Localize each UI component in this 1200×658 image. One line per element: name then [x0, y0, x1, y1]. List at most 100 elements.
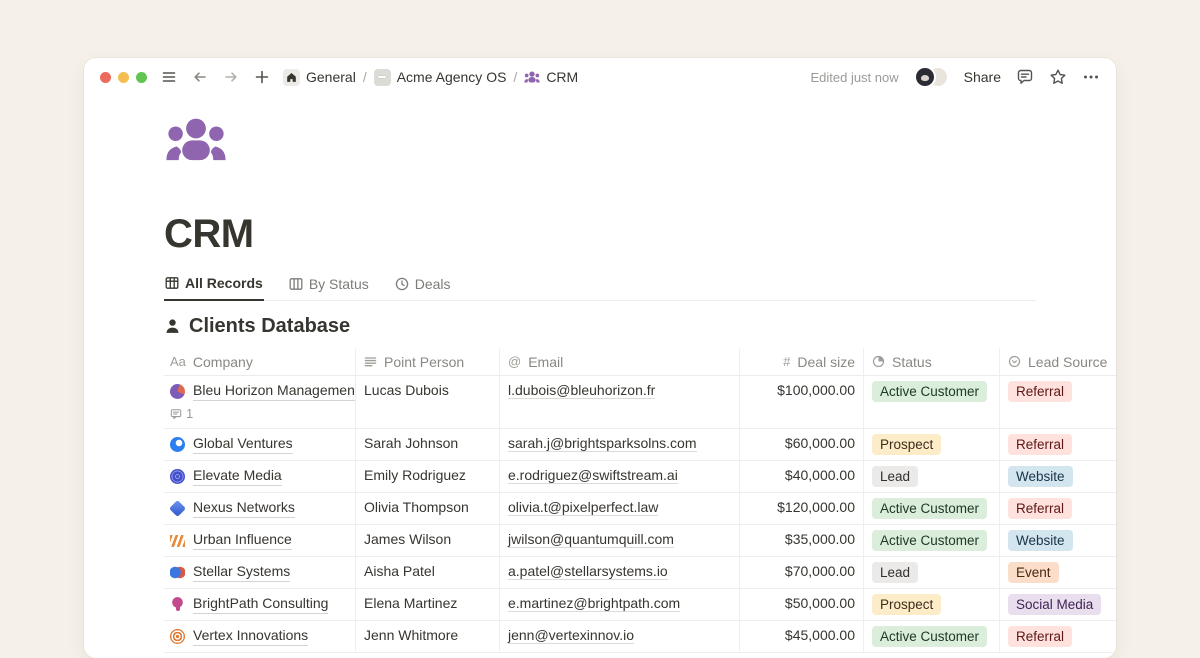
company-cell[interactable]: Bleu Horizon Management 1: [164, 376, 356, 428]
column-header-status[interactable]: Status: [864, 348, 1000, 375]
status-badge[interactable]: Active Customer: [872, 626, 987, 647]
deal-size-cell[interactable]: $60,000.00: [740, 429, 864, 460]
deal-size-cell[interactable]: $35,000.00: [740, 525, 864, 556]
point-person-cell[interactable]: Sarah Johnson: [356, 429, 500, 460]
lead-source-badge[interactable]: Referral: [1008, 434, 1072, 455]
point-person-cell[interactable]: James Wilson: [356, 525, 500, 556]
company-name[interactable]: Elevate Media: [193, 466, 282, 486]
column-header-point-person[interactable]: Point Person: [356, 348, 500, 375]
new-page-icon[interactable]: [254, 69, 270, 85]
lead-source-badge[interactable]: Social Media: [1008, 594, 1101, 615]
lead-source-cell[interactable]: Referral: [1000, 429, 1116, 460]
deal-size-cell[interactable]: $70,000.00: [740, 557, 864, 588]
breadcrumb-acme-agency-os[interactable]: Acme Agency OS: [374, 69, 507, 86]
email-cell[interactable]: sarah.j@brightsparksolns.com: [500, 429, 740, 460]
company-cell[interactable]: Elevate Media: [164, 461, 356, 492]
email-link[interactable]: jwilson@quantumquill.com: [508, 531, 674, 548]
database-title[interactable]: Clients Database: [164, 315, 1116, 338]
deal-size-cell[interactable]: $120,000.00: [740, 493, 864, 524]
share-button[interactable]: Share: [964, 69, 1001, 85]
deal-size-cell[interactable]: $50,000.00: [740, 589, 864, 620]
company-cell[interactable]: Vertex Innovations: [164, 621, 356, 652]
page-title[interactable]: CRM: [164, 212, 1116, 257]
collaborator-avatars[interactable]: [914, 66, 949, 88]
status-badge[interactable]: Active Customer: [872, 530, 987, 551]
company-cell[interactable]: BrightPath Consulting: [164, 589, 356, 620]
lead-source-cell[interactable]: Referral: [1000, 621, 1116, 652]
lead-source-cell[interactable]: Referral: [1000, 493, 1116, 524]
point-person-cell[interactable]: Aisha Patel: [356, 557, 500, 588]
point-person-cell[interactable]: Elena Martinez: [356, 589, 500, 620]
status-cell[interactable]: Active Customer: [864, 525, 1000, 556]
status-cell[interactable]: Active Customer: [864, 376, 1000, 428]
email-link[interactable]: sarah.j@brightsparksolns.com: [508, 435, 697, 452]
lead-source-cell[interactable]: Referral: [1000, 376, 1116, 428]
comments-icon[interactable]: [1016, 68, 1034, 86]
deal-size-cell[interactable]: $45,000.00: [740, 621, 864, 652]
email-cell[interactable]: jenn@vertexinnov.io: [500, 621, 740, 652]
email-cell[interactable]: e.martinez@brightpath.com: [500, 589, 740, 620]
column-header-deal-size[interactable]: Deal size #: [740, 348, 864, 375]
lead-source-cell[interactable]: Social Media: [1000, 589, 1116, 620]
email-link[interactable]: olivia.t@pixelperfect.law: [508, 499, 658, 516]
more-options-icon[interactable]: [1082, 68, 1100, 86]
status-badge[interactable]: Active Customer: [872, 498, 987, 519]
lead-source-badge[interactable]: Website: [1008, 466, 1073, 487]
sidebar-menu-icon[interactable]: [161, 69, 177, 85]
lead-source-cell[interactable]: Website: [1000, 525, 1116, 556]
minimize-window-button[interactable]: [118, 72, 129, 83]
company-name[interactable]: Vertex Innovations: [193, 626, 308, 646]
company-name[interactable]: Bleu Horizon Management: [193, 381, 356, 401]
tab-deals[interactable]: Deals: [394, 273, 452, 300]
email-cell[interactable]: l.dubois@bleuhorizon.fr: [500, 376, 740, 428]
email-cell[interactable]: olivia.t@pixelperfect.law: [500, 493, 740, 524]
tab-all-records[interactable]: All Records: [164, 273, 264, 301]
point-person-cell[interactable]: Jenn Whitmore: [356, 621, 500, 652]
status-cell[interactable]: Lead: [864, 461, 1000, 492]
company-name[interactable]: Stellar Systems: [193, 562, 290, 582]
breadcrumb-crm[interactable]: CRM: [524, 69, 578, 85]
lead-source-badge[interactable]: Website: [1008, 530, 1073, 551]
column-header-email[interactable]: @ Email: [500, 348, 740, 375]
status-badge[interactable]: Active Customer: [872, 381, 987, 402]
point-person-cell[interactable]: Emily Rodriguez: [356, 461, 500, 492]
status-cell[interactable]: Active Customer: [864, 621, 1000, 652]
email-link[interactable]: e.martinez@brightpath.com: [508, 595, 680, 612]
status-cell[interactable]: Lead: [864, 557, 1000, 588]
company-cell[interactable]: Stellar Systems: [164, 557, 356, 588]
back-icon[interactable]: [192, 69, 208, 85]
point-person-cell[interactable]: Olivia Thompson: [356, 493, 500, 524]
company-name[interactable]: Nexus Networks: [193, 498, 295, 518]
company-cell[interactable]: Nexus Networks: [164, 493, 356, 524]
deal-size-cell[interactable]: $100,000.00: [740, 376, 864, 428]
email-cell[interactable]: a.patel@stellarsystems.io: [500, 557, 740, 588]
lead-source-cell[interactable]: Website: [1000, 461, 1116, 492]
lead-source-badge[interactable]: Referral: [1008, 498, 1072, 519]
email-link[interactable]: a.patel@stellarsystems.io: [508, 563, 668, 580]
company-name[interactable]: BrightPath Consulting: [193, 594, 328, 614]
point-person-cell[interactable]: Lucas Dubois: [356, 376, 500, 428]
status-badge[interactable]: Lead: [872, 562, 918, 583]
email-cell[interactable]: jwilson@quantumquill.com: [500, 525, 740, 556]
page-people-group-icon[interactable]: [164, 118, 228, 168]
deal-size-cell[interactable]: $40,000.00: [740, 461, 864, 492]
zoom-window-button[interactable]: [136, 72, 147, 83]
column-header-lead-source[interactable]: Lead Source: [1000, 348, 1116, 375]
status-badge[interactable]: Prospect: [872, 434, 941, 455]
favorite-star-icon[interactable]: [1049, 68, 1067, 86]
lead-source-badge[interactable]: Referral: [1008, 381, 1072, 402]
lead-source-cell[interactable]: Event: [1000, 557, 1116, 588]
close-window-button[interactable]: [100, 72, 111, 83]
column-header-company[interactable]: Aa Company: [164, 348, 356, 375]
company-name[interactable]: Global Ventures: [193, 434, 293, 454]
email-cell[interactable]: e.rodriguez@swiftstream.ai: [500, 461, 740, 492]
company-name[interactable]: Urban Influence: [193, 530, 292, 550]
company-cell[interactable]: Urban Influence: [164, 525, 356, 556]
forward-icon[interactable]: [223, 69, 239, 85]
email-link[interactable]: e.rodriguez@swiftstream.ai: [508, 467, 678, 484]
lead-source-badge[interactable]: Referral: [1008, 626, 1072, 647]
company-cell[interactable]: Global Ventures: [164, 429, 356, 460]
status-badge[interactable]: Prospect: [872, 594, 941, 615]
status-cell[interactable]: Active Customer: [864, 493, 1000, 524]
email-link[interactable]: l.dubois@bleuhorizon.fr: [508, 382, 655, 399]
